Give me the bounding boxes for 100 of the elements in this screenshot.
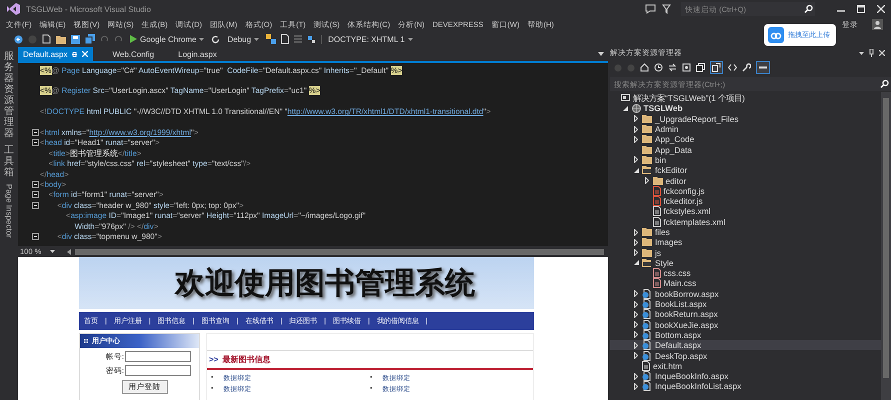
- tree-item[interactable]: Images: [610, 237, 881, 248]
- dropdown-icon[interactable]: [859, 52, 864, 54]
- expanded-arrow-icon[interactable]: [623, 106, 628, 111]
- search-icon[interactable]: [878, 77, 891, 91]
- tree-item[interactable]: fckstyles.xml: [610, 206, 881, 217]
- tree-item[interactable]: 解决方案“TSGLWeb”(1 个项目): [610, 93, 881, 104]
- collapse-icon[interactable]: [32, 139, 39, 146]
- dropdown-icon[interactable]: [50, 250, 55, 253]
- tree-item[interactable]: DeskTop.aspx: [610, 350, 881, 361]
- expanded-arrow-icon[interactable]: [634, 260, 638, 266]
- collapsed-arrow-icon[interactable]: [634, 382, 638, 390]
- close-icon[interactable]: [877, 5, 885, 13]
- back-icon[interactable]: [14, 34, 23, 44]
- history-icon[interactable]: [654, 63, 663, 72]
- tree-item[interactable]: App_Data: [610, 144, 881, 155]
- maximize-icon[interactable]: [857, 5, 865, 13]
- pin-icon[interactable]: [869, 49, 874, 57]
- close-icon[interactable]: [879, 50, 885, 56]
- refresh-icon[interactable]: [211, 34, 220, 44]
- collapsed-arrow-icon[interactable]: [644, 177, 648, 184]
- tree-item[interactable]: fckeditor.js: [610, 196, 881, 206]
- tree-item[interactable]: Admin: [610, 124, 881, 134]
- scrollbar[interactable]: [75, 248, 604, 254]
- format-icon[interactable]: [307, 34, 316, 44]
- collapse-icon[interactable]: [32, 191, 39, 198]
- collapse-icon[interactable]: [32, 202, 39, 209]
- scroll-left-icon[interactable]: [67, 248, 71, 254]
- tree-item[interactable]: TSGLWeb: [610, 103, 881, 114]
- doctype-dropdown[interactable]: DOCTYPE: XHTML 1: [321, 34, 415, 44]
- tree-item[interactable]: Default.aspx: [610, 340, 881, 350]
- collapse-icon[interactable]: [32, 129, 39, 136]
- side-tab[interactable]: 服务器资源管理器: [4, 51, 14, 139]
- side-tab[interactable]: Page Inspector: [4, 184, 14, 238]
- save-all-icon[interactable]: [85, 34, 95, 44]
- tree-item[interactable]: bookReturn.aspx: [610, 309, 881, 320]
- collapsed-arrow-icon[interactable]: [634, 290, 638, 298]
- feedback-icon[interactable]: [645, 4, 656, 14]
- undo-icon[interactable]: [100, 34, 109, 44]
- document-tab[interactable]: Web.Config: [107, 47, 160, 61]
- tree-item[interactable]: bookBorrow.aspx: [610, 288, 881, 299]
- tree-item[interactable]: fckconfig.js: [610, 186, 881, 196]
- new-project-icon[interactable]: [42, 34, 51, 44]
- collapsed-arrow-icon[interactable]: [634, 310, 638, 318]
- document-tab[interactable]: Login.aspx: [173, 47, 222, 61]
- tree-item[interactable]: css.css: [610, 268, 881, 278]
- tree-item[interactable]: bin: [610, 154, 881, 166]
- tree-item[interactable]: InqueBookInfoList.aspx: [610, 381, 881, 392]
- collapsed-arrow-icon[interactable]: [634, 352, 638, 360]
- account-icon[interactable]: [872, 19, 883, 30]
- align-icon[interactable]: [294, 35, 302, 43]
- collapsed-arrow-icon[interactable]: [634, 228, 638, 236]
- collapsed-arrow-icon[interactable]: [634, 238, 638, 246]
- collapse-all-icon[interactable]: [696, 63, 705, 72]
- collapse-icon[interactable]: [32, 232, 39, 240]
- collapsed-arrow-icon[interactable]: [634, 136, 638, 143]
- collapsed-arrow-icon[interactable]: [634, 115, 638, 122]
- tree-item[interactable]: bookXueJie.aspx: [610, 320, 881, 330]
- scrollbar[interactable]: [883, 98, 889, 378]
- collapse-icon[interactable]: [32, 180, 39, 188]
- document-icon[interactable]: [281, 34, 290, 44]
- dropdown-icon[interactable]: [598, 52, 604, 56]
- collapsed-arrow-icon[interactable]: [634, 126, 638, 133]
- redo-icon[interactable]: [114, 34, 123, 44]
- preview-icon[interactable]: [756, 61, 770, 74]
- configuration-dropdown[interactable]: Debug: [225, 34, 262, 44]
- save-icon[interactable]: [71, 34, 80, 44]
- collapsed-arrow-icon[interactable]: [634, 249, 638, 256]
- tree-item[interactable]: Main.css: [610, 278, 881, 289]
- sync-icon[interactable]: [668, 63, 677, 72]
- show-files-icon[interactable]: [710, 61, 723, 74]
- collapsed-arrow-icon[interactable]: [634, 300, 638, 308]
- collapsed-arrow-icon[interactable]: [634, 342, 638, 349]
- input-field[interactable]: [125, 365, 191, 376]
- tree-item[interactable]: App_Code: [610, 134, 881, 144]
- collapsed-arrow-icon[interactable]: [634, 156, 638, 164]
- home-icon[interactable]: [640, 63, 649, 72]
- collapsed-arrow-icon[interactable]: [634, 372, 638, 380]
- filter-icon[interactable]: [662, 4, 671, 14]
- search-icon[interactable]: [802, 2, 815, 16]
- tree-item[interactable]: Bottom.aspx: [610, 330, 881, 340]
- tree-item[interactable]: _UpgradeReport_Files: [610, 114, 881, 124]
- tree-item[interactable]: editor: [610, 175, 881, 186]
- open-folder-icon[interactable]: [56, 34, 66, 44]
- tree-item[interactable]: js: [610, 247, 881, 258]
- collapsed-arrow-icon[interactable]: [634, 331, 638, 338]
- side-tab[interactable]: 工具箱: [4, 145, 14, 178]
- tree-item[interactable]: files: [610, 226, 881, 238]
- input-field[interactable]: [125, 351, 191, 362]
- collapsed-arrow-icon[interactable]: [634, 321, 638, 328]
- tree-item[interactable]: fckEditor: [610, 165, 881, 176]
- wrench-icon[interactable]: [742, 63, 751, 72]
- tree-item[interactable]: fcktemplates.xml: [610, 216, 881, 227]
- expanded-arrow-icon[interactable]: [634, 168, 638, 173]
- start-debug-button[interactable]: Google Chrome: [128, 34, 206, 44]
- refresh-icon[interactable]: [682, 63, 691, 72]
- tree-item[interactable]: BookList.aspx: [610, 298, 881, 310]
- tree-item[interactable]: Style: [610, 258, 881, 268]
- tree-item[interactable]: exit.htm: [610, 360, 881, 372]
- tree-item[interactable]: InqueBookInfo.aspx: [610, 371, 881, 382]
- browser-link-icon[interactable]: [266, 34, 276, 44]
